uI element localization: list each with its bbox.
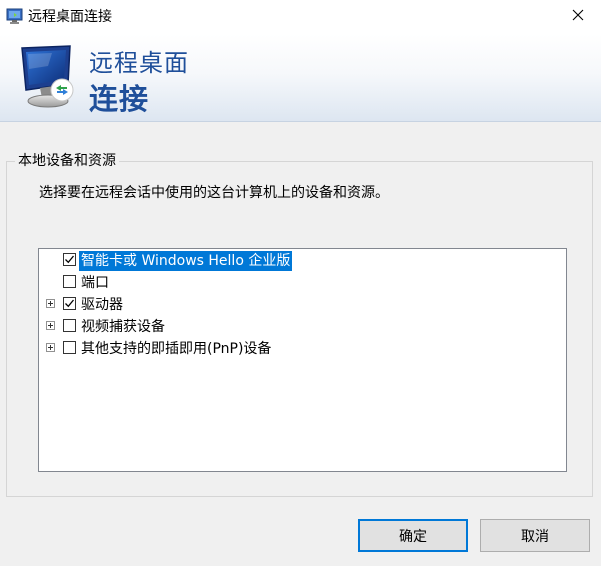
device-tree[interactable]: 智能卡或 Windows Hello 企业版 端口 驱动器 视频捕获设备 其他支… — [38, 248, 567, 472]
drives-checkbox[interactable] — [63, 297, 76, 310]
close-button[interactable] — [555, 0, 601, 34]
banner-title-line2: 连接 — [89, 82, 150, 116]
cancel-button-label: 取消 — [521, 528, 549, 545]
expand-icon[interactable] — [46, 321, 55, 330]
group-description: 选择要在远程会话中使用的这台计算机上的设备和资源。 — [39, 185, 389, 201]
tree-item-pnp-devices[interactable]: 其他支持的即插即用(PnP)设备 — [39, 338, 566, 360]
group-legend: 本地设备和资源 — [15, 151, 119, 171]
ports-checkbox[interactable] — [63, 275, 76, 288]
smartcard-checkbox[interactable] — [63, 253, 76, 266]
remote-desktop-dialog: 远程桌面连接 远程桌面 连接 本地设备和资源 选择要在远程会话中使用的这台计算机… — [0, 0, 601, 566]
tree-item-label[interactable]: 驱动器 — [79, 295, 125, 315]
remote-desktop-monitor-icon — [14, 44, 84, 110]
ok-button-label: 确定 — [399, 528, 427, 545]
tree-item-label[interactable]: 其他支持的即插即用(PnP)设备 — [79, 339, 273, 359]
ok-button[interactable]: 确定 — [358, 519, 468, 552]
tree-item-label[interactable]: 智能卡或 Windows Hello 企业版 — [79, 251, 293, 271]
close-icon — [572, 9, 584, 25]
tree-item-ports[interactable]: 端口 — [39, 272, 566, 294]
tree-item-label[interactable]: 视频捕获设备 — [79, 317, 167, 337]
expand-icon[interactable] — [46, 299, 55, 308]
checkmark-icon — [65, 299, 75, 308]
video-capture-checkbox[interactable] — [63, 319, 76, 332]
tree-item-smartcard[interactable]: 智能卡或 Windows Hello 企业版 — [39, 250, 566, 272]
window-title: 远程桌面连接 — [28, 9, 112, 25]
banner-title-line1: 远程桌面 — [89, 49, 189, 77]
tree-item-drives[interactable]: 驱动器 — [39, 294, 566, 316]
remote-desktop-icon — [6, 7, 24, 25]
title-bar: 远程桌面连接 — [0, 0, 601, 34]
cancel-button[interactable]: 取消 — [480, 519, 590, 552]
banner: 远程桌面 连接 — [0, 34, 601, 122]
checkmark-icon — [65, 255, 75, 264]
tree-item-label[interactable]: 端口 — [79, 273, 111, 293]
pnp-devices-checkbox[interactable] — [63, 341, 76, 354]
tree-item-video-capture[interactable]: 视频捕获设备 — [39, 316, 566, 338]
expand-icon[interactable] — [46, 343, 55, 352]
